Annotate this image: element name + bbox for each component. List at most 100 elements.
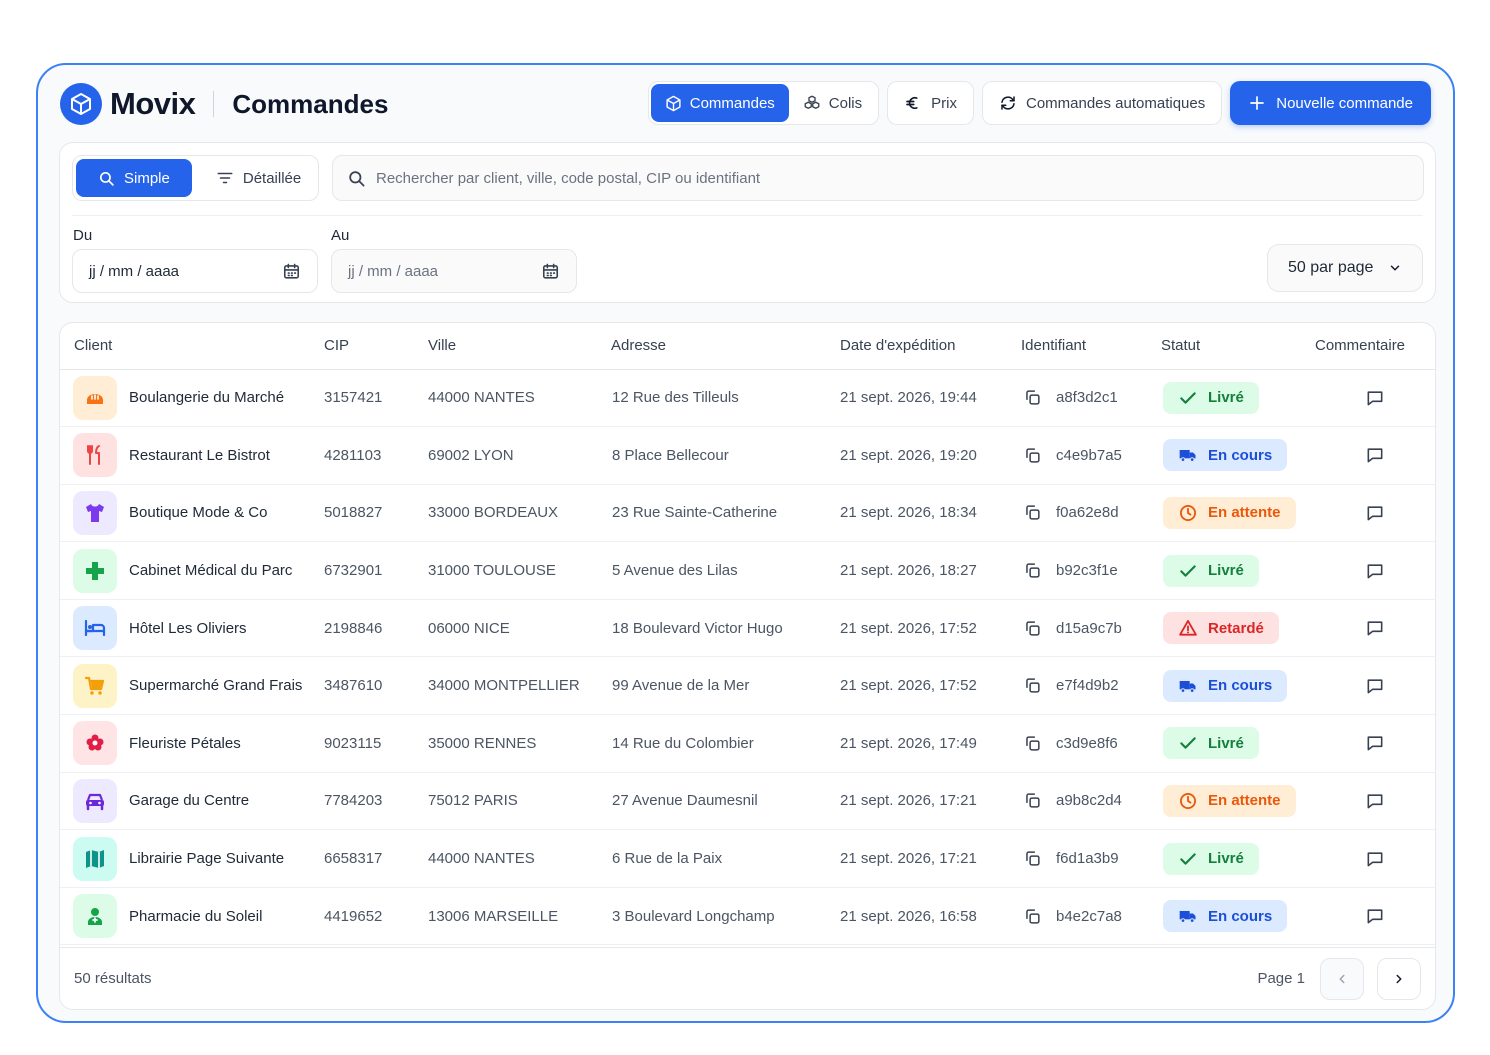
cell-statut: Livré	[1149, 714, 1303, 773]
cell-statut: En attente	[1149, 772, 1303, 831]
cell-statut: En cours	[1149, 887, 1303, 946]
cell-client: Restaurant Le Bistrot	[60, 426, 310, 485]
comment-icon[interactable]	[1365, 906, 1385, 926]
comment-icon[interactable]	[1365, 388, 1385, 408]
tab-prix[interactable]: Prix	[887, 81, 974, 125]
client-name[interactable]: Fleuriste Pétales	[129, 735, 241, 752]
cell-commentaire	[1303, 772, 1435, 831]
copy-icon[interactable]	[1023, 388, 1042, 407]
calendar-icon[interactable]	[541, 262, 560, 281]
search-mode-toggle: Simple Détaillée	[72, 155, 319, 201]
cell-cip: 6732901	[310, 541, 414, 600]
next-page-button[interactable]	[1377, 957, 1421, 1000]
calendar-icon[interactable]	[282, 262, 301, 281]
bed-icon	[73, 606, 117, 651]
pagination: Page 1	[1257, 957, 1421, 1000]
table-row[interactable]: Librairie Page Suivante 6658317 44000 NANT…	[60, 829, 1435, 888]
comment-icon[interactable]	[1365, 733, 1385, 753]
status-badge: En cours	[1163, 439, 1288, 472]
header-statut[interactable]: Statut	[1149, 323, 1303, 370]
book-map-icon	[73, 836, 117, 881]
date-to-input[interactable]: jj / mm / aaaa	[331, 249, 577, 293]
copy-icon[interactable]	[1023, 791, 1042, 810]
client-name[interactable]: Garage du Centre	[129, 792, 249, 809]
client-name[interactable]: Hôtel Les Oliviers	[129, 620, 247, 637]
tab-auto-label: Commandes automatiques	[1025, 94, 1206, 112]
table-row[interactable]: Hôtel Les Oliviers 2198846 06000 NICE 18 Bo…	[60, 599, 1435, 658]
header-ville[interactable]: Ville	[414, 323, 598, 370]
client-name[interactable]: Supermarché Grand Frais	[129, 677, 302, 694]
top-nav: Commandes Colis Prix Commandes automatiq…	[647, 81, 1431, 125]
status-badge: En attente	[1163, 784, 1296, 817]
header-date[interactable]: Date d'expédition	[827, 323, 1009, 370]
check-icon	[1180, 737, 1196, 750]
client-name[interactable]: Cabinet Médical du Parc	[129, 562, 292, 579]
comment-icon[interactable]	[1365, 618, 1385, 638]
tab-commandes-automatiques[interactable]: Commandes automatiques	[981, 81, 1223, 125]
cell-adresse: 99 Avenue de la Mer	[598, 656, 827, 716]
copy-icon[interactable]	[1023, 734, 1042, 753]
status-badge: Retardé	[1163, 612, 1279, 645]
comment-icon[interactable]	[1365, 503, 1385, 523]
results-count: 50 résultats	[74, 970, 152, 987]
prev-page-button[interactable]	[1320, 957, 1364, 1000]
table-row[interactable]: Supermarché Grand Frais 3487610 34000 MONT…	[60, 656, 1435, 716]
cell-client: Fleuriste Pétales	[60, 714, 310, 773]
copy-icon[interactable]	[1023, 561, 1042, 580]
client-name[interactable]: Restaurant Le Bistrot	[129, 447, 270, 464]
copy-icon[interactable]	[1023, 676, 1042, 695]
cell-adresse: 3 Boulevard Longchamp	[598, 887, 827, 946]
cell-client: Boulangerie du Marché	[60, 369, 310, 428]
table-row[interactable]: Garage du Centre 7784203 75012 PARIS 27 Ave…	[60, 772, 1435, 831]
box-logo-icon	[60, 83, 102, 125]
cell-identifiant: e7f4d9b2	[1009, 656, 1149, 716]
cell-date: 21 sept. 2026, 16:58	[827, 887, 1009, 946]
client-name[interactable]: Librairie Page Suivante	[129, 850, 284, 867]
copy-icon[interactable]	[1023, 503, 1042, 522]
tab-colis[interactable]: Colis	[789, 84, 876, 122]
per-page-select[interactable]: 50 par page	[1267, 244, 1423, 292]
date-from-input[interactable]: jj / mm / aaaa	[72, 249, 318, 293]
table-row[interactable]: Fleuriste Pétales 9023115 35000 RENNES 14 R…	[60, 714, 1435, 773]
comment-icon[interactable]	[1365, 561, 1385, 581]
mode-detailed-button[interactable]: Détaillée	[196, 159, 321, 197]
table-row[interactable]: Restaurant Le Bistrot 4281103 69002 LYON 8 …	[60, 426, 1435, 485]
header-client[interactable]: Client	[60, 323, 310, 370]
table-row[interactable]: Cabinet Médical du Parc 6732901 31000 TOUL…	[60, 541, 1435, 600]
comment-icon[interactable]	[1365, 676, 1385, 696]
comment-icon[interactable]	[1365, 791, 1385, 811]
cell-cip: 4419652	[310, 887, 414, 946]
search-input[interactable]	[376, 169, 1409, 187]
copy-icon[interactable]	[1023, 619, 1042, 638]
header-adresse[interactable]: Adresse	[598, 323, 827, 370]
truck-icon	[1179, 680, 1196, 693]
tab-commandes[interactable]: Commandes	[650, 84, 789, 122]
new-order-label: Nouvelle commande	[1276, 94, 1413, 112]
new-order-button[interactable]: Nouvelle commande	[1230, 81, 1431, 125]
table-row[interactable]: Pharmacie du Soleil 4419652 13006 MARSEILL…	[60, 887, 1435, 946]
mode-simple-button[interactable]: Simple	[76, 159, 192, 197]
identifier-value: e7f4d9b2	[1056, 677, 1119, 695]
cell-ville: 31000 TOULOUSE	[414, 541, 598, 600]
copy-icon[interactable]	[1023, 907, 1042, 926]
client-name[interactable]: Pharmacie du Soleil	[129, 908, 262, 925]
copy-icon[interactable]	[1023, 849, 1042, 868]
cell-identifiant: a9b8c2d4	[1009, 772, 1149, 831]
comment-icon[interactable]	[1365, 445, 1385, 465]
cell-cip: 2198846	[310, 599, 414, 658]
cell-date: 21 sept. 2026, 17:52	[827, 599, 1009, 658]
copy-icon[interactable]	[1023, 446, 1042, 465]
client-name[interactable]: Boutique Mode & Co	[129, 504, 267, 521]
brand-name: Movix	[110, 86, 196, 121]
table-row[interactable]: Boutique Mode & Co 5018827 33000 BORDEAUX 2…	[60, 484, 1435, 543]
warning-icon	[1179, 620, 1197, 636]
comment-icon[interactable]	[1365, 849, 1385, 869]
table-footer: 50 résultats Page 1	[60, 947, 1435, 1009]
header-identifiant[interactable]: Identifiant	[1009, 323, 1149, 370]
header-commentaire[interactable]: Commentaire	[1303, 323, 1435, 370]
table-row[interactable]: Boulangerie du Marché 3157421 44000 NANTES…	[60, 369, 1435, 428]
cell-commentaire	[1303, 829, 1435, 888]
client-name[interactable]: Boulangerie du Marché	[129, 389, 284, 406]
cell-statut: Livré	[1149, 541, 1303, 600]
header-cip[interactable]: CIP	[310, 323, 414, 370]
